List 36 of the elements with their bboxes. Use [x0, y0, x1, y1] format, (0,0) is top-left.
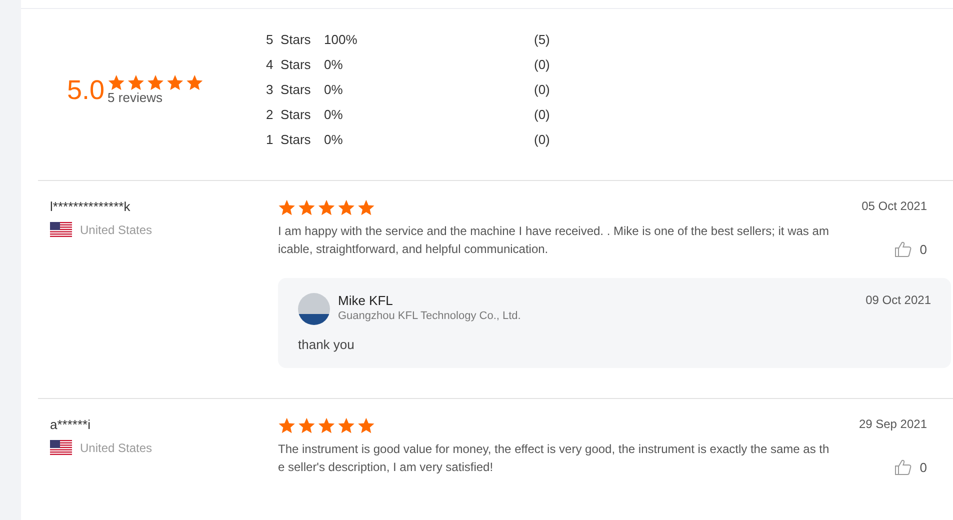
review-date: 29 Sep 2021: [858, 417, 927, 431]
star-count: (0): [534, 81, 550, 99]
star-percent: 0%: [324, 131, 344, 149]
star-count: (0): [534, 106, 550, 124]
reviewer-name: l**************k: [50, 199, 132, 214]
star-count: (5): [534, 31, 550, 49]
reply-date: 09 Oct 2021: [866, 293, 931, 307]
star-percent: 100%: [324, 31, 358, 49]
review-count: 5 reviews: [108, 91, 164, 105]
avatar: [298, 293, 330, 325]
star-percent: 0%: [324, 56, 344, 74]
star-level-label: 3 Stars: [266, 81, 312, 99]
star-percent: 0%: [324, 81, 344, 99]
flag-icon: [50, 440, 72, 456]
flag-icon: [50, 222, 72, 238]
review-text: I am happy with the service and the machine I have received. . Mike is one of the best sellers; it was amicable, straightforward, and helpful communication.: [278, 223, 830, 258]
thumbs-up-icon: [894, 240, 912, 258]
star-level-label: 4 Stars: [266, 56, 312, 74]
like-button[interactable]: 0: [894, 240, 927, 258]
reviewer-country: United States: [80, 441, 152, 455]
star-percent: 0%: [324, 106, 344, 124]
star-count: (0): [534, 56, 550, 74]
thumbs-up-icon: [894, 458, 912, 476]
seller-company: Guangzhou KFL Technology Co., Ltd.: [338, 310, 522, 322]
star-level-label: 1 Stars: [266, 131, 312, 149]
reply-text: thank you: [298, 337, 356, 352]
reviewer-name: a******i: [50, 417, 92, 432]
like-button[interactable]: 0: [894, 458, 927, 476]
review-text: The instrument is good value for money, the effect is very good, the instrument is exactly the same as the seller's description, I am very satisfied!: [278, 441, 830, 476]
average-score: 5.0: [67, 77, 105, 104]
review-date: 05 Oct 2021: [862, 199, 927, 213]
star-level-label: 2 Stars: [266, 106, 312, 124]
star-level-label: 5 Stars: [266, 31, 312, 49]
star-count: (0): [534, 131, 550, 149]
reviewer-country: United States: [80, 223, 152, 237]
seller-name: Mike KFL: [338, 293, 394, 308]
